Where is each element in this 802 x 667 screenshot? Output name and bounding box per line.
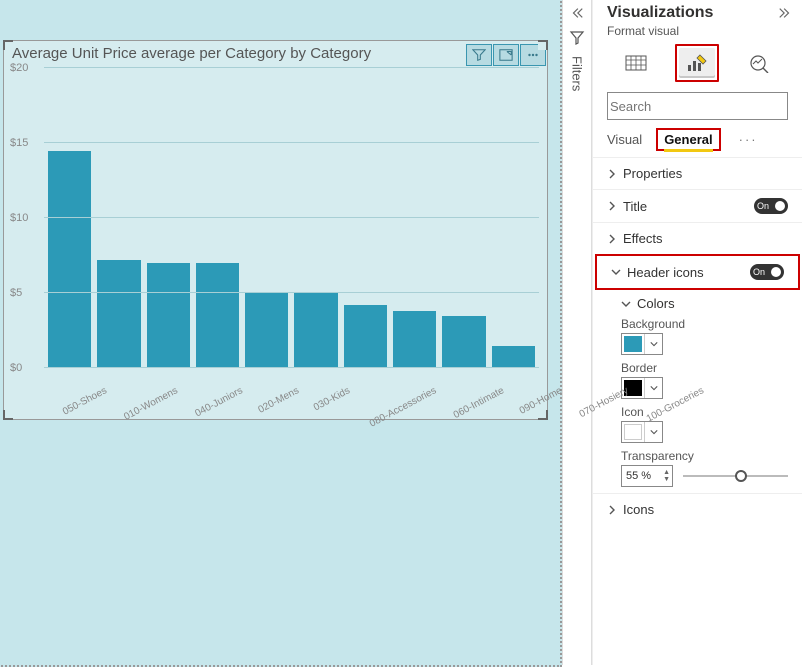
colors-header[interactable]: Colors (621, 296, 788, 311)
tabs-more-icon[interactable]: ··· (735, 132, 758, 147)
focus-mode-icon[interactable] (493, 44, 519, 66)
chevron-right-icon (607, 234, 617, 244)
background-color-picker[interactable] (621, 333, 663, 355)
filters-rail[interactable]: Filters (562, 0, 592, 665)
y-tick-label: $15 (10, 137, 28, 149)
bar[interactable] (147, 263, 190, 368)
bar[interactable] (97, 260, 140, 368)
chevron-right-icon (607, 169, 617, 179)
bar[interactable] (492, 346, 535, 369)
section-effects[interactable]: Effects (593, 222, 802, 254)
chevron-down-icon (621, 299, 631, 309)
y-tick-label: $10 (10, 212, 28, 224)
header-icons-toggle[interactable]: On (750, 264, 784, 280)
tab-visual[interactable]: Visual (607, 128, 642, 151)
x-tick-label: 050-Shoes (54, 370, 125, 438)
bar[interactable] (344, 305, 387, 368)
filters-icon[interactable] (569, 30, 585, 46)
x-tick-label: 010-Womens (116, 370, 196, 443)
panel-title: Visualizations (607, 4, 778, 22)
build-visual-icon[interactable] (618, 48, 654, 78)
chevron-right-icon (607, 201, 617, 211)
title-toggle[interactable]: On (754, 198, 788, 214)
resize-handle-tr[interactable] (538, 40, 548, 50)
visualizations-panel: Visualizations Format visual Visual Gene… (592, 0, 802, 665)
filter-icon[interactable] (466, 44, 492, 66)
chevron-down-icon (611, 267, 621, 277)
bar[interactable] (294, 293, 337, 368)
resize-handle-tl[interactable] (3, 40, 13, 50)
y-tick-label: $0 (10, 362, 22, 374)
x-tick-label: 060-Intimate (445, 370, 522, 441)
bar[interactable] (196, 263, 239, 368)
format-visual-highlight (675, 44, 719, 82)
section-header-icons[interactable]: Header icons On (595, 254, 800, 290)
y-tick-label: $20 (10, 62, 28, 74)
search-input[interactable] (607, 92, 788, 120)
x-tick-label: 030-Kids (306, 370, 369, 434)
report-canvas[interactable]: Average Unit Price average per Category … (0, 0, 562, 667)
tab-general[interactable]: General (664, 128, 712, 152)
chevron-down-icon (645, 340, 662, 348)
stepper-icon[interactable]: ▲▼ (663, 470, 670, 482)
section-icons[interactable]: Icons (593, 493, 802, 525)
section-title[interactable]: Title On (593, 189, 802, 222)
section-properties[interactable]: Properties (593, 157, 802, 189)
format-visual-icon[interactable] (679, 48, 715, 78)
background-label: Background (621, 317, 788, 331)
border-label: Border (621, 361, 788, 375)
x-tick-label: 040-Juniors (186, 370, 260, 440)
bar[interactable] (393, 311, 436, 368)
resize-handle-bl[interactable] (3, 410, 13, 420)
filters-label: Filters (570, 56, 585, 91)
x-tick-label: 020-Mens (250, 370, 317, 436)
chevron-right-icon (607, 505, 617, 515)
tab-general-highlight: General (656, 128, 720, 151)
expand-left-icon[interactable] (570, 6, 584, 20)
panel-subtitle: Format visual (593, 24, 802, 44)
transparency-label: Transparency (621, 449, 788, 463)
transparency-input[interactable]: 55 % ▲▼ (621, 465, 673, 487)
y-tick-label: $5 (10, 287, 22, 299)
bar[interactable] (442, 316, 485, 369)
collapse-right-icon[interactable] (778, 6, 792, 20)
analytics-icon[interactable] (741, 48, 777, 78)
bar[interactable] (245, 292, 288, 369)
bar[interactable] (48, 151, 91, 369)
transparency-slider[interactable] (683, 468, 788, 484)
chart-title: Average Unit Price average per Category … (4, 41, 466, 68)
bar-chart-visual[interactable]: Average Unit Price average per Category … (3, 40, 548, 420)
search-field[interactable] (608, 98, 788, 115)
x-tick-label: 080-Accessories (361, 370, 454, 450)
